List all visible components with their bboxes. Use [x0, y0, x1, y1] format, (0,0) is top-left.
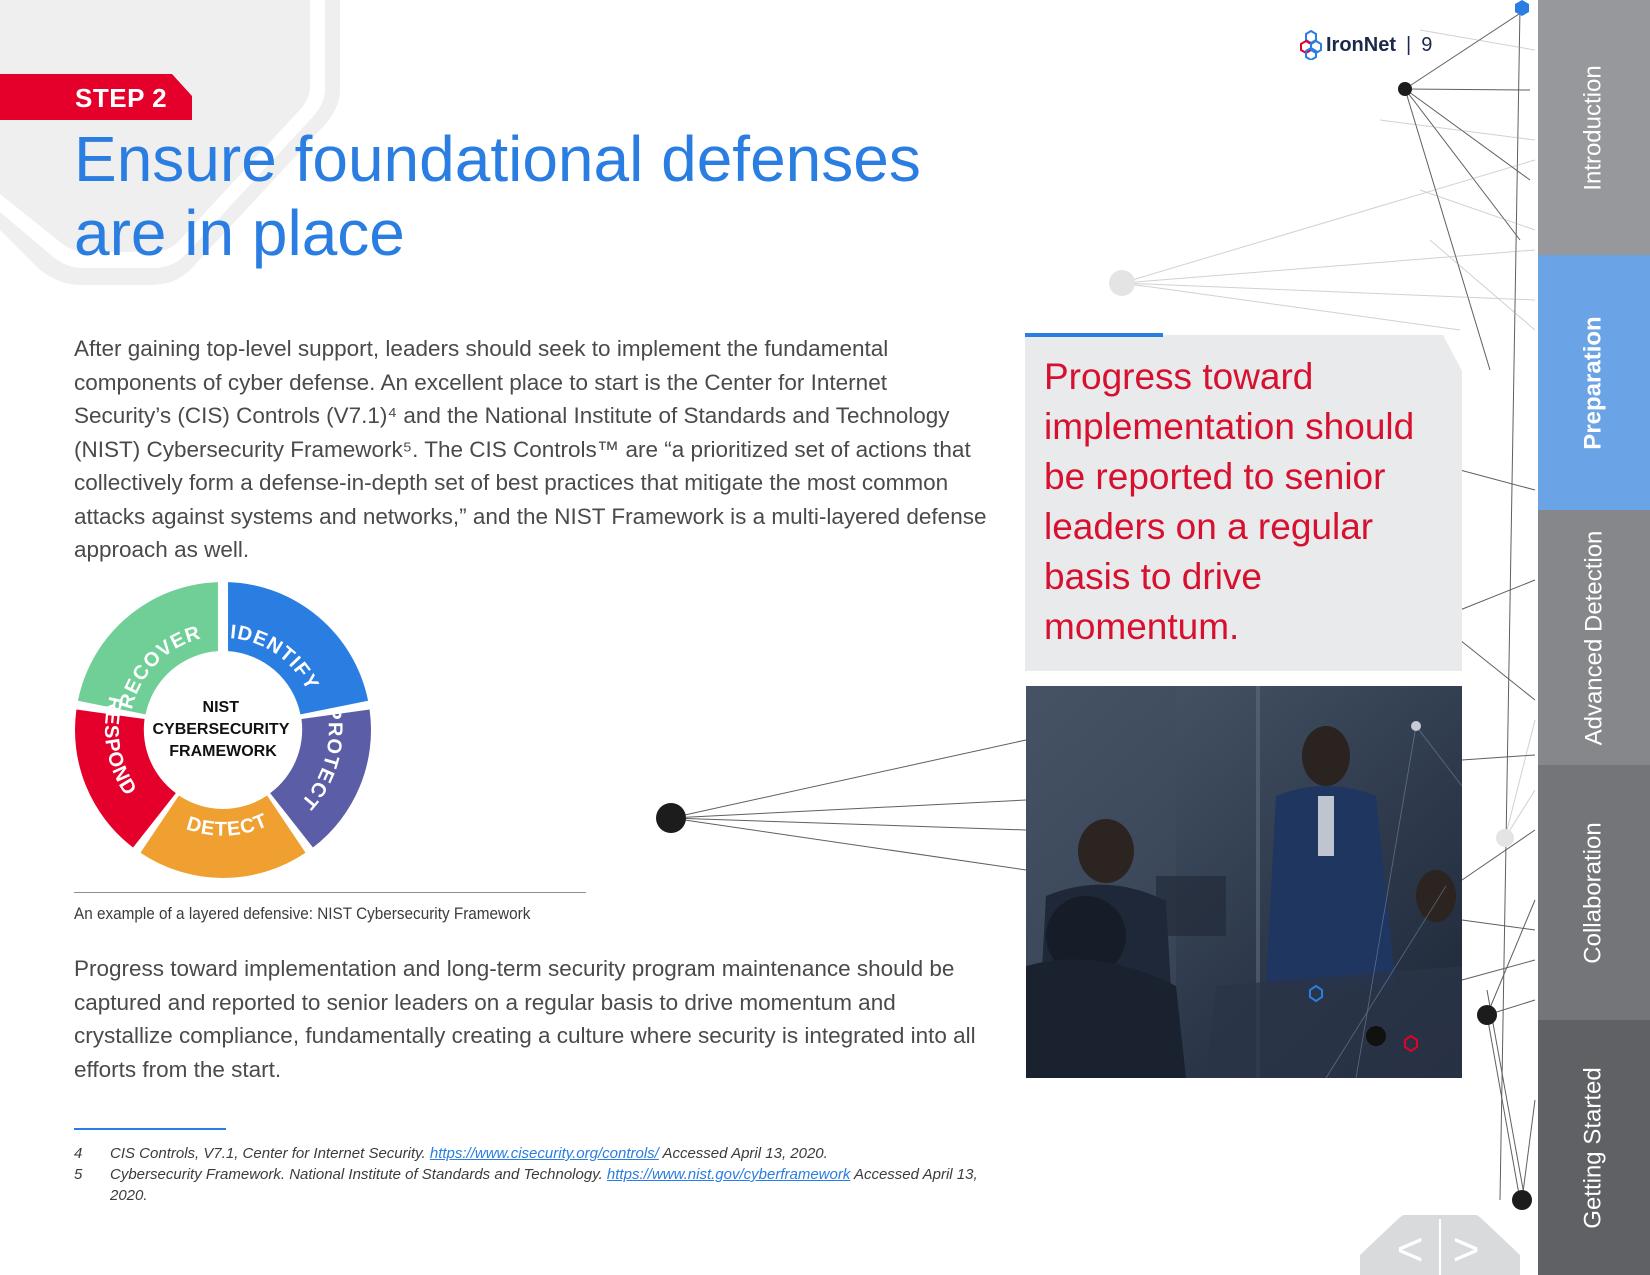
- ironnet-hex-logo-icon: [1300, 30, 1322, 60]
- nist-framework-wheel: IDENTIFY PROTECT DETECT RESPOND RECOVER …: [74, 582, 372, 878]
- tab-getting-started[interactable]: Getting Started: [1538, 1020, 1650, 1275]
- footnote-text: CIS Controls, V7.1, Center for Internet …: [110, 1145, 430, 1162]
- logo-text: IronNet: [1326, 33, 1396, 56]
- caption-divider: [74, 892, 586, 893]
- wheel-center-line3: FRAMEWORK: [169, 743, 277, 760]
- nist-framework-link[interactable]: https://www.nist.gov/cyberframework: [607, 1166, 850, 1183]
- page-navigation: < >: [1360, 1215, 1520, 1275]
- prev-page-button[interactable]: <: [1397, 1223, 1424, 1275]
- tab-label: Preparation: [1580, 315, 1607, 450]
- footnote-number: 4: [74, 1145, 83, 1162]
- tab-label: Advanced Detection: [1580, 530, 1607, 745]
- footnote-4: 4 CIS Controls, V7.1, Center for Interne…: [74, 1143, 1004, 1164]
- page-title: Ensure foundational defenses are in plac…: [74, 123, 921, 269]
- step-label: STEP 2: [75, 83, 168, 113]
- footnote-text: Cybersecurity Framework. National Instit…: [110, 1166, 607, 1183]
- footnote-number: 5: [74, 1166, 83, 1183]
- intro-paragraph: After gaining top-level support, leaders…: [74, 336, 987, 562]
- footnote-divider: [74, 1128, 226, 1130]
- prev-arrow-icon: <: [1397, 1223, 1424, 1275]
- ironnet-logo: IronNet | 9: [1300, 30, 1432, 60]
- step-tag: STEP 2: [0, 74, 192, 120]
- meeting-photo: [1026, 686, 1462, 1078]
- next-arrow-icon: >: [1453, 1223, 1480, 1275]
- section-sidebar: Introduction Preparation Advanced Detect…: [1538, 0, 1650, 1275]
- tab-preparation[interactable]: Preparation: [1538, 255, 1650, 510]
- header-separator: |: [1406, 33, 1412, 56]
- wheel-center-line2: CYBERSECURITY: [152, 721, 289, 738]
- tab-label: Introduction: [1580, 64, 1608, 191]
- progress-paragraph: Progress toward implementation and long-…: [74, 956, 976, 1082]
- tab-advanced-detection[interactable]: Advanced Detection: [1538, 510, 1650, 765]
- cis-controls-link[interactable]: https://www.cisecurity.org/controls/: [430, 1145, 659, 1162]
- footnotes: 4 CIS Controls, V7.1, Center for Interne…: [74, 1143, 1004, 1206]
- footnote-5: 5 Cybersecurity Framework. National Inst…: [74, 1164, 1004, 1206]
- callout-quote: Progress toward implementation should be…: [1044, 356, 1415, 647]
- next-page-button[interactable]: >: [1453, 1223, 1480, 1275]
- callout-accent-bar: [1025, 333, 1163, 337]
- tab-introduction[interactable]: Introduction: [1538, 0, 1650, 255]
- tab-label: Collaboration: [1580, 821, 1608, 964]
- page-number: 9: [1421, 33, 1433, 56]
- footnote-accessed: Accessed April 13, 2020.: [658, 1145, 828, 1162]
- figure-caption: An example of a layered defensive: NIST …: [74, 904, 531, 923]
- wheel-center-line1: NIST: [203, 699, 240, 716]
- tab-collaboration[interactable]: Collaboration: [1538, 765, 1650, 1020]
- tab-label: Getting Started: [1580, 1066, 1607, 1229]
